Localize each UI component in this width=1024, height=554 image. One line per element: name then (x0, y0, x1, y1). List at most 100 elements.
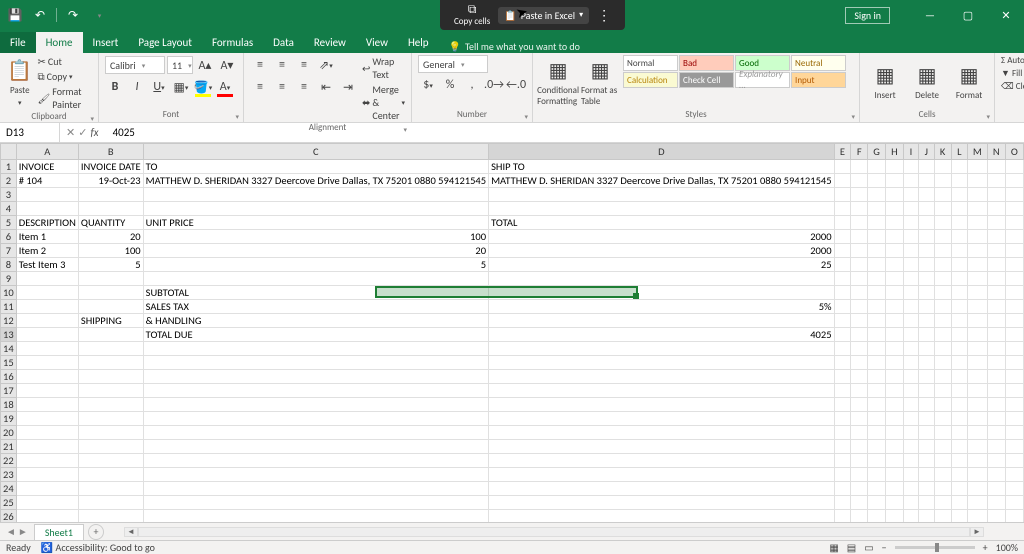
cell[interactable]: 100 (78, 244, 143, 258)
cell[interactable] (951, 496, 967, 510)
col-header[interactable]: F (851, 144, 868, 160)
cell[interactable] (851, 160, 868, 174)
col-header[interactable]: I (903, 144, 918, 160)
cell[interactable] (903, 496, 918, 510)
cell[interactable] (918, 174, 934, 188)
cell[interactable] (834, 482, 851, 496)
cell[interactable]: & HANDLING (143, 314, 488, 328)
cell[interactable] (968, 412, 988, 426)
cell[interactable] (968, 440, 988, 454)
cell[interactable] (489, 398, 834, 412)
cell[interactable] (868, 272, 886, 286)
cell[interactable] (489, 426, 834, 440)
cell[interactable] (868, 412, 886, 426)
cell[interactable] (918, 258, 934, 272)
cell[interactable] (968, 174, 988, 188)
cell[interactable] (868, 216, 886, 230)
cell[interactable] (868, 440, 886, 454)
cell[interactable]: SHIP TO (489, 160, 834, 174)
row-header[interactable]: 10 (1, 286, 17, 300)
comma-button[interactable]: , (462, 75, 482, 95)
cell[interactable] (1005, 328, 1023, 342)
cell[interactable] (886, 496, 904, 510)
cell[interactable] (903, 244, 918, 258)
cell[interactable] (143, 398, 488, 412)
cell[interactable] (834, 496, 851, 510)
row-header[interactable]: 4 (1, 202, 17, 216)
row-header[interactable]: 8 (1, 258, 17, 272)
cell[interactable]: 100 (143, 230, 488, 244)
tab-data[interactable]: Data (263, 32, 304, 53)
cell[interactable] (903, 370, 918, 384)
cell[interactable] (886, 314, 904, 328)
cell[interactable] (968, 510, 988, 523)
cell[interactable] (918, 328, 934, 342)
add-sheet-button[interactable]: + (88, 524, 104, 540)
cell[interactable] (987, 454, 1005, 468)
cell[interactable] (868, 482, 886, 496)
cell[interactable] (489, 202, 834, 216)
font-size-select[interactable]: 11 (167, 56, 193, 74)
cell[interactable] (987, 244, 1005, 258)
cell[interactable] (868, 188, 886, 202)
zoom-out-button[interactable]: − (882, 541, 887, 554)
cell[interactable] (868, 300, 886, 314)
col-header[interactable]: D (489, 144, 834, 160)
cell[interactable] (78, 412, 143, 426)
paste-in-excel-button[interactable]: 📋Paste in Excel▾ (498, 7, 589, 24)
cell[interactable] (834, 258, 851, 272)
cell[interactable] (951, 272, 967, 286)
cell[interactable] (1005, 440, 1023, 454)
cell[interactable] (987, 174, 1005, 188)
cell[interactable] (951, 468, 967, 482)
cell[interactable] (143, 370, 488, 384)
cell[interactable] (868, 328, 886, 342)
cell[interactable] (868, 468, 886, 482)
cell[interactable] (987, 272, 1005, 286)
cell[interactable]: 20 (78, 230, 143, 244)
cell[interactable] (951, 258, 967, 272)
cell[interactable] (851, 356, 868, 370)
paste-button[interactable]: 📋Paste▾ (6, 55, 34, 109)
cell[interactable] (968, 216, 988, 230)
tab-page-layout[interactable]: Page Layout (128, 32, 202, 53)
row-header[interactable]: 25 (1, 496, 17, 510)
cell[interactable] (834, 454, 851, 468)
cell[interactable] (851, 412, 868, 426)
cell[interactable] (143, 496, 488, 510)
cell[interactable] (968, 188, 988, 202)
cell[interactable] (1005, 300, 1023, 314)
align-middle-button[interactable]: ≡ (272, 55, 292, 75)
align-bottom-button[interactable]: ≡ (294, 55, 314, 75)
cell[interactable] (16, 454, 78, 468)
cell[interactable] (834, 272, 851, 286)
cell[interactable] (918, 160, 934, 174)
cell[interactable] (987, 300, 1005, 314)
fx-icon[interactable]: fx (90, 126, 102, 139)
select-all-button[interactable] (1, 144, 17, 160)
cell[interactable] (903, 188, 918, 202)
decrease-decimal-button[interactable]: ←.0 (506, 75, 526, 95)
percent-button[interactable]: % (440, 75, 460, 95)
cell[interactable] (886, 230, 904, 244)
cell[interactable] (851, 174, 868, 188)
cell[interactable] (951, 454, 967, 468)
row-header[interactable]: 15 (1, 356, 17, 370)
cell[interactable] (16, 426, 78, 440)
cell[interactable] (903, 314, 918, 328)
cell[interactable] (886, 510, 904, 523)
cell[interactable] (834, 468, 851, 482)
cell[interactable] (1005, 454, 1023, 468)
cell[interactable]: TOTAL DUE (143, 328, 488, 342)
cell[interactable] (934, 384, 951, 398)
cell[interactable] (851, 510, 868, 523)
tab-home[interactable]: Home (36, 32, 83, 53)
sheet-tab[interactable]: Sheet1 (34, 524, 84, 540)
cell[interactable] (987, 188, 1005, 202)
cell[interactable]: SHIPPING (78, 314, 143, 328)
style-bad[interactable]: Bad (679, 55, 734, 71)
cell[interactable] (851, 328, 868, 342)
border-button[interactable]: ▦▾ (171, 77, 191, 97)
cell[interactable] (903, 160, 918, 174)
cell[interactable] (903, 412, 918, 426)
